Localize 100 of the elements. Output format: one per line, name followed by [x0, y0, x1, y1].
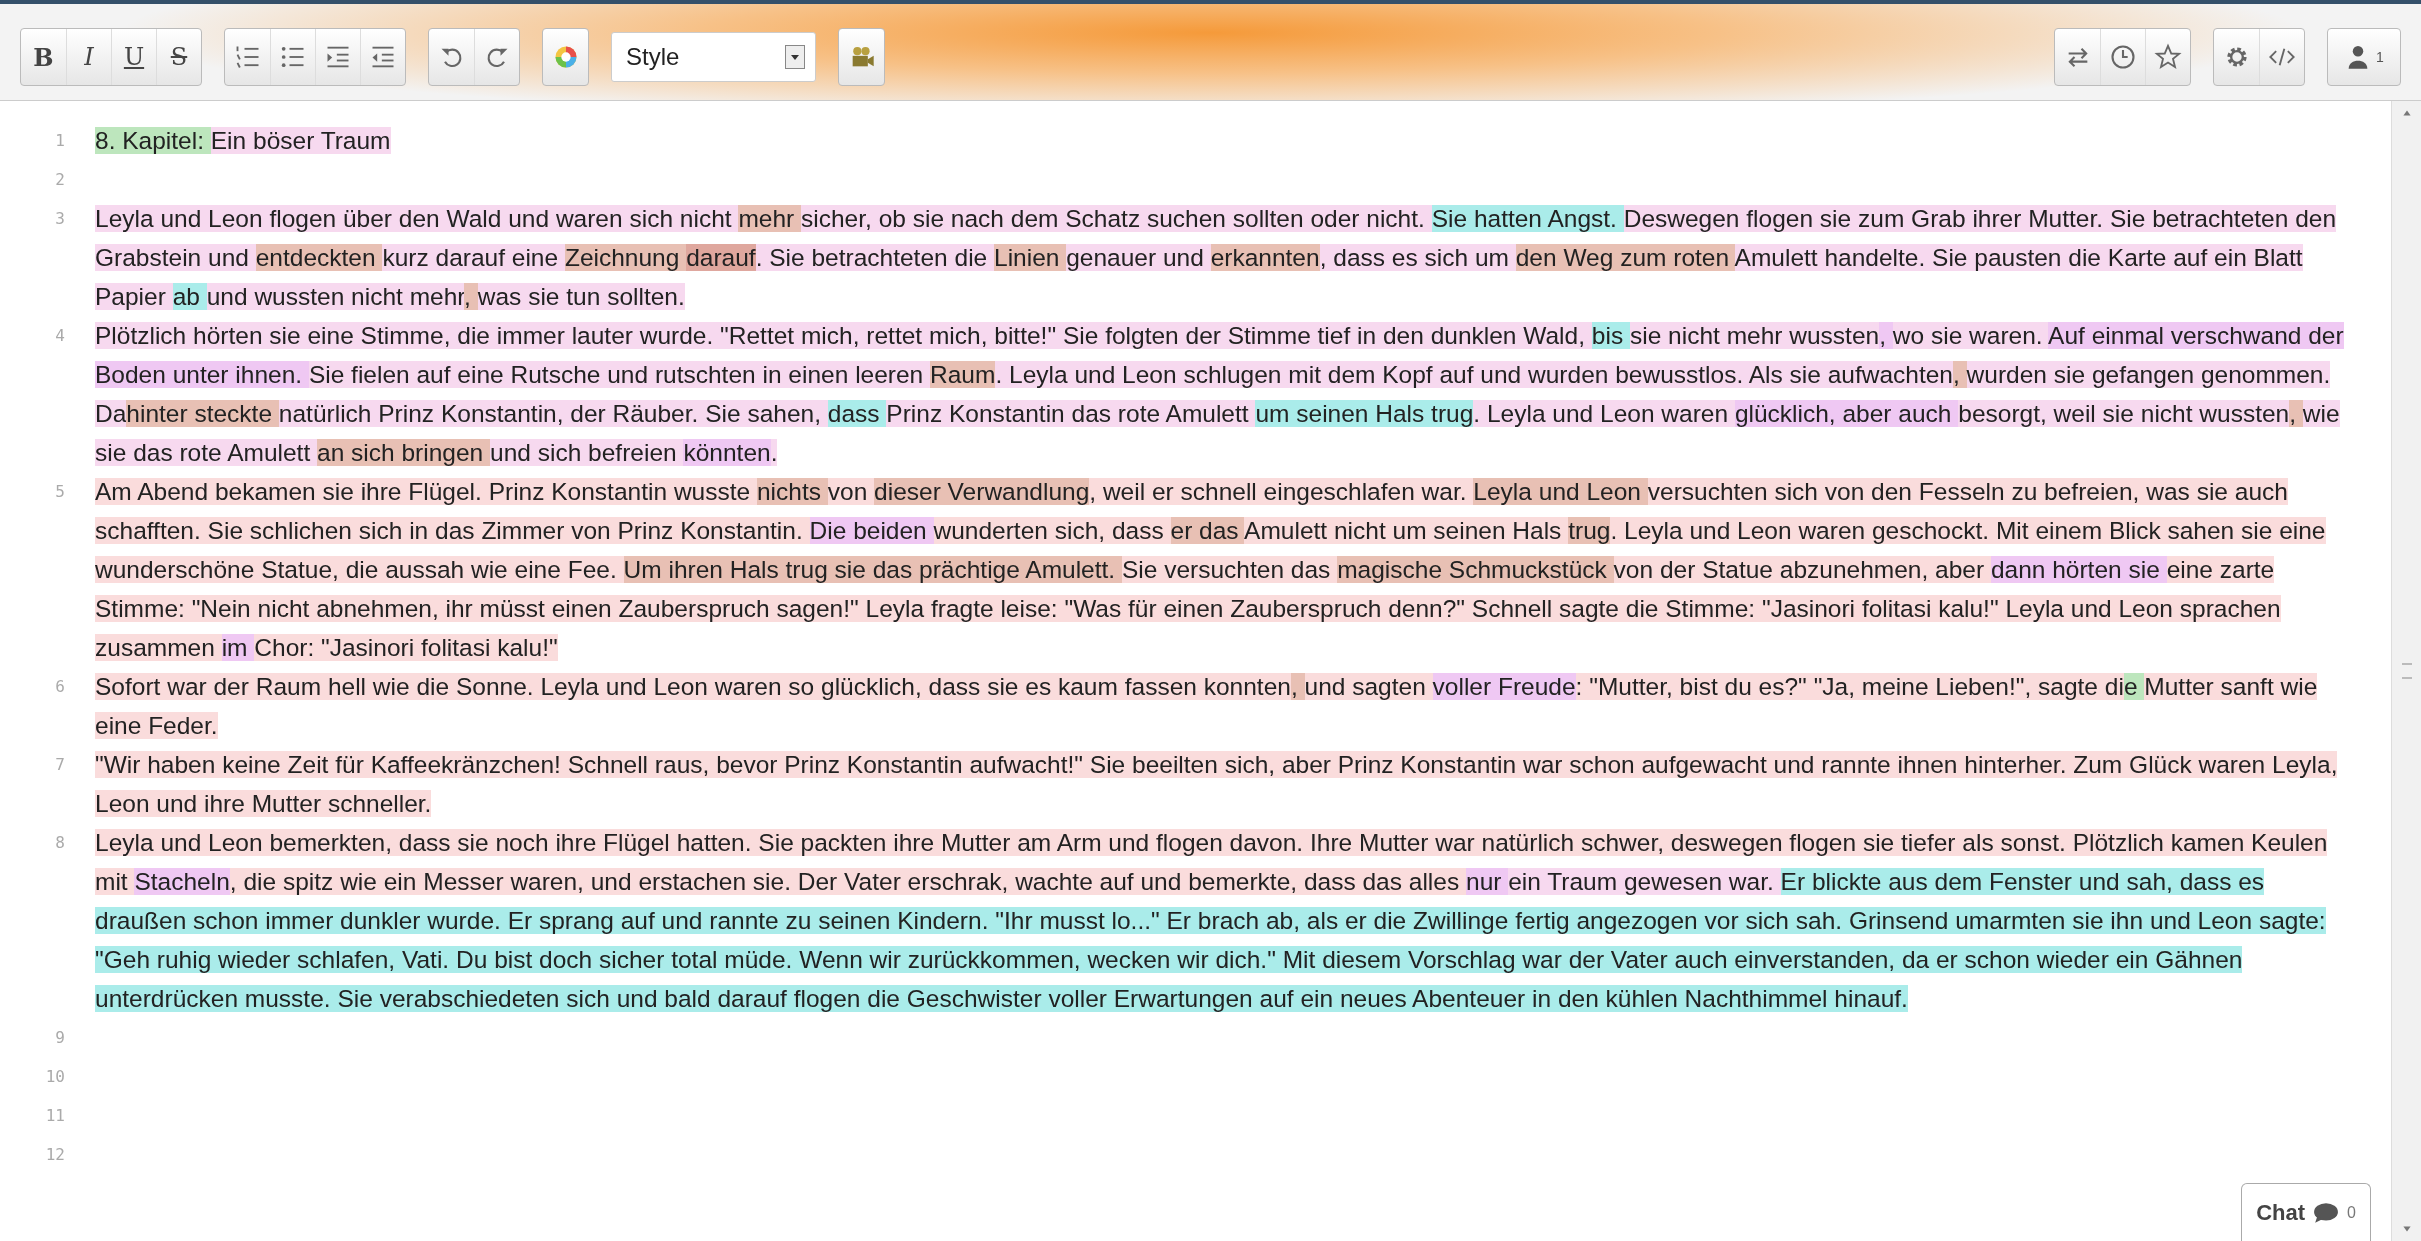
highlighted-word: Amulett: [1244, 517, 1334, 544]
highlighted-word: bist: [494, 946, 540, 973]
highlighted-word: diesem: [1322, 946, 1408, 973]
highlighted-word: Leyla: [865, 595, 931, 622]
highlighted-word: und: [1108, 829, 1157, 856]
highlighted-word: aufwacht!": [969, 751, 1090, 778]
highlighted-word: Leon: [2118, 595, 2180, 622]
highlighted-word: aussah: [385, 556, 471, 583]
highlighted-word: nicht: [257, 595, 317, 622]
scrollbar[interactable]: [2391, 101, 2421, 1241]
highlighted-word: und: [156, 790, 204, 817]
highlighted-word: angezogen: [1576, 907, 1705, 934]
highlighted-word: sie: [322, 478, 361, 505]
highlighted-word: mit: [95, 868, 135, 895]
highlighted-word: keine: [222, 751, 288, 778]
highlighted-word: Konstantin.: [680, 517, 810, 544]
highlighted-word: den: [1871, 478, 1919, 505]
highlighted-word: trug: [1568, 517, 1611, 544]
highlighted-word: leise:: [1000, 595, 1065, 622]
highlighted-word: dich.": [1215, 946, 1283, 973]
highlighted-word: sie: [2128, 556, 2167, 583]
highlighted-word: denn?": [1388, 595, 1472, 622]
highlighted-word: .: [995, 361, 1010, 388]
highlighted-word: auf: [2173, 244, 2215, 271]
highlighted-word: voller: [1432, 673, 1498, 700]
highlighted-word: unter: [172, 361, 236, 388]
highlighted-word: Er: [1166, 907, 1198, 934]
highlighted-word: sie: [2241, 517, 2280, 544]
highlighted-word: zusammen: [95, 634, 222, 661]
format-button[interactable]: U: [111, 29, 156, 85]
highlighted-word: Zauberspruch: [1230, 595, 1389, 622]
highlighted-word: Glück: [2129, 751, 2199, 778]
highlighted-word: und: [1538, 478, 1587, 505]
highlighted-word: folitasi: [420, 634, 498, 661]
highlighted-word: gewesen: [1623, 868, 1729, 895]
highlighted-word: war.: [1728, 868, 1781, 895]
highlighted-word: ,: [1089, 478, 1103, 505]
highlighted-word: Sie: [769, 244, 812, 271]
highlighted-word: ,: [1879, 322, 1893, 349]
highlighted-word: einverstanden,: [1734, 946, 1902, 973]
chat-button[interactable]: Chat 0: [2241, 1183, 2371, 1241]
highlighted-word: sie: [987, 673, 1026, 700]
highlighted-word: hörten: [193, 322, 270, 349]
highlighted-word: nicht: [1668, 322, 1727, 349]
highlighted-word: immer: [265, 907, 341, 934]
highlighted-word: dass: [398, 829, 458, 856]
highlighted-word: sagten: [1352, 673, 1433, 700]
highlighted-word: auf: [620, 907, 662, 934]
highlighted-word: sie: [1862, 829, 1902, 856]
highlighted-word: betrachteten: [2152, 205, 2296, 232]
highlighted-word: er: [1170, 517, 1200, 544]
format-button[interactable]: S: [156, 29, 201, 85]
highlighted-word: das: [1071, 400, 1118, 427]
scroll-grip-icon: [2401, 663, 2412, 679]
highlighted-word: Ein: [210, 127, 253, 154]
highlighted-word: wie: [470, 556, 515, 583]
highlighted-word: sie: [1819, 205, 1858, 232]
format-button[interactable]: I: [66, 29, 111, 85]
highlighted-word: Wenn: [799, 946, 870, 973]
highlighted-word: fielen: [351, 361, 417, 388]
highlighted-word: und: [508, 205, 556, 232]
highlighted-word: Leon: [95, 790, 157, 817]
highlighted-word: ruhig: [156, 946, 219, 973]
highlighted-word: am: [1017, 829, 1057, 856]
highlighted-word: Leon: [208, 205, 270, 232]
highlighted-word: Er: [1780, 868, 1812, 895]
highlighted-word: in: [409, 517, 436, 544]
highlighted-word: ihre: [555, 829, 604, 856]
highlighted-word: versuchten: [1164, 556, 1291, 583]
highlighted-word: sprachen: [2179, 595, 2281, 622]
highlighted-word: Zum: [2073, 751, 2130, 778]
highlighted-word: eine: [457, 361, 511, 388]
highlighted-word: Statue,: [261, 556, 346, 583]
highlighted-word: ,: [2289, 400, 2303, 427]
highlighted-word: Räuber.: [612, 400, 706, 427]
highlighted-word: Mutter: [251, 790, 328, 817]
highlighted-word: den: [1382, 322, 1431, 349]
highlighted-word: in: [1532, 985, 1558, 1012]
highlighted-word: dem: [1010, 205, 1066, 232]
highlighted-word: und: [1480, 361, 1529, 388]
highlighted-word: sich: [566, 985, 617, 1012]
highlighted-word: dass: [1333, 244, 1392, 271]
highlighted-word: bald: [664, 985, 718, 1012]
highlighted-word: Mutter: [940, 829, 1018, 856]
line-number: 5: [54, 481, 66, 503]
highlighted-word: Die: [809, 517, 854, 544]
highlighted-word: Leyla: [540, 673, 606, 700]
highlighted-word: ihren: [668, 556, 730, 583]
highlighted-word: eine: [511, 244, 565, 271]
highlighted-word: die: [2068, 244, 2108, 271]
highlighted-word: Da: [95, 400, 127, 427]
highlighted-word: war: [1435, 829, 1482, 856]
highlighted-word: Leon: [1122, 361, 1184, 388]
highlighted-word: Prinz: [886, 400, 949, 427]
format-button[interactable]: B: [21, 29, 66, 85]
users-button[interactable]: 1: [2328, 29, 2400, 85]
highlighted-word: eine: [95, 712, 149, 739]
highlighted-word: wir: [869, 946, 908, 973]
style-select[interactable]: Style: [611, 32, 816, 82]
highlighted-word: sie: [2072, 907, 2111, 934]
